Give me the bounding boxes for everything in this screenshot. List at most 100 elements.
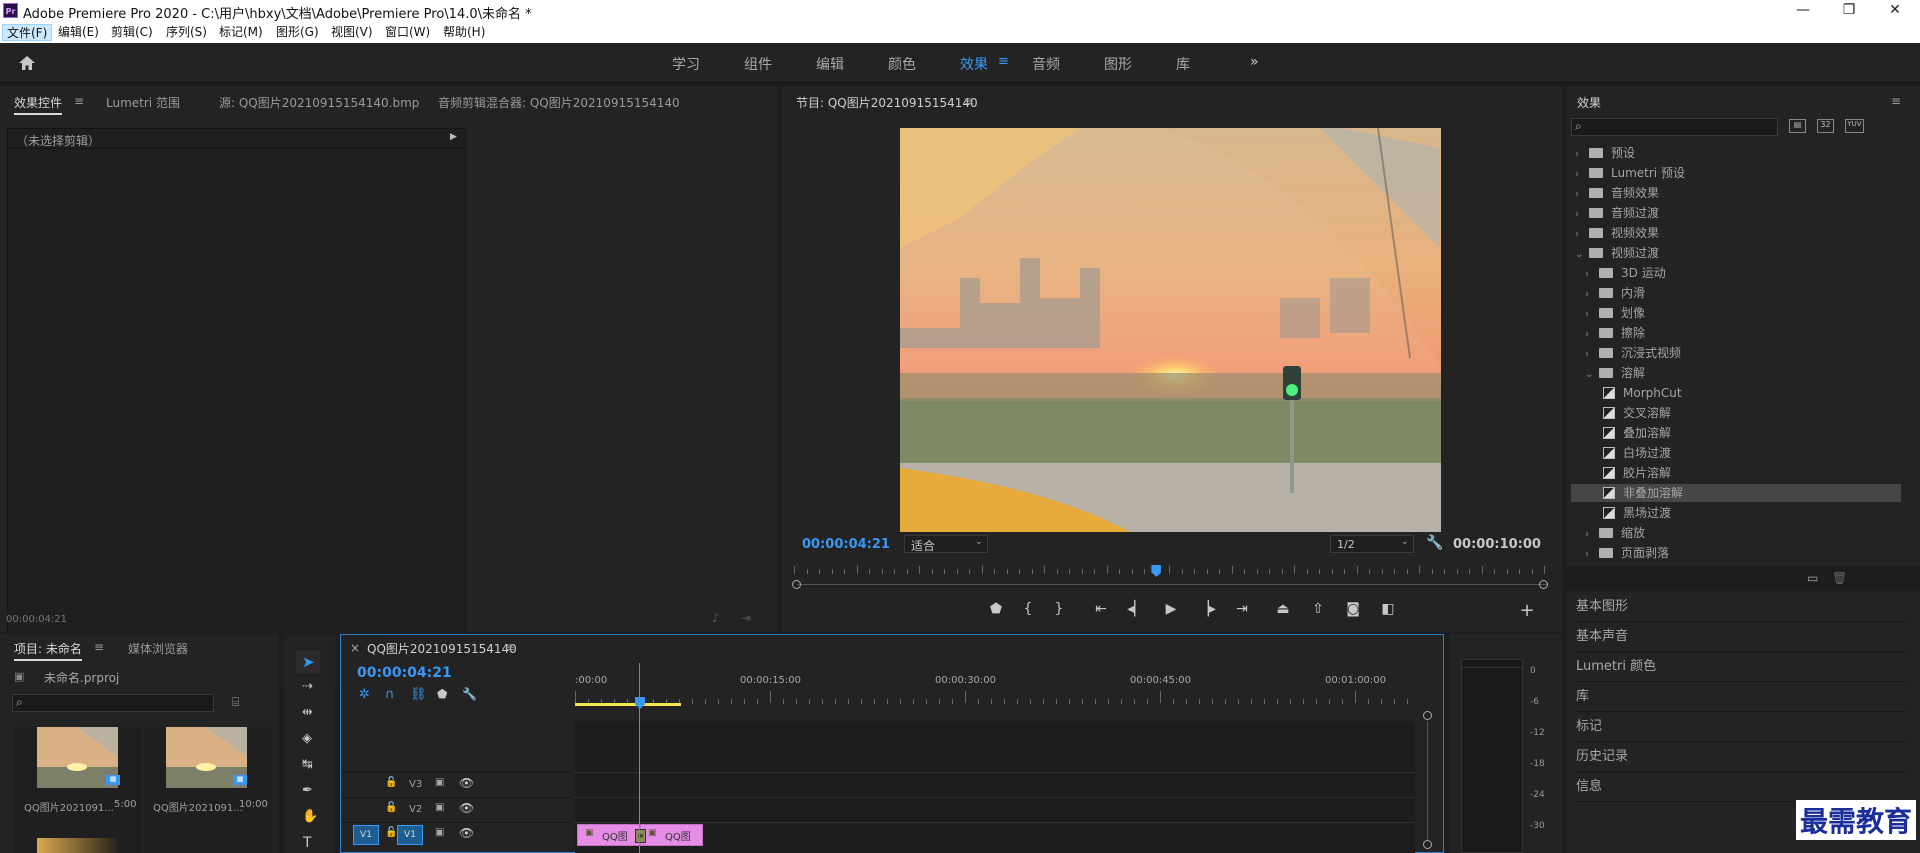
restore-icon[interactable]: ❐ [1826,0,1872,22]
effects-tree-item[interactable]: 叠加溶解 [1571,424,1901,442]
menu-clip[interactable]: 剪辑(C) [107,24,157,41]
effects-tree-item[interactable]: › 音频过渡 [1571,204,1901,222]
selection-tool-icon[interactable]: ➤ [302,653,315,671]
new-bin-icon[interactable]: ▭ [1807,571,1818,585]
vertical-scrollbar[interactable] [1427,721,1428,841]
lift-icon[interactable]: ⏏ [1273,601,1293,617]
eye-icon[interactable]: 👁 [459,776,474,790]
settings-wrench-icon[interactable]: 🔧 [1426,535,1443,551]
effects-tree-item[interactable]: › 音频效果 [1571,184,1901,202]
clip-thumbnail[interactable] [37,838,118,853]
sync-lock-icon[interactable]: ▣ [435,777,444,788]
menu-help[interactable]: 帮助(H) [439,24,489,41]
filter-audio-icon[interactable]: ♪ [712,611,720,625]
workspace-color[interactable]: 颜色 [888,54,916,74]
effects-tree-item[interactable]: ⌄ 视频过渡 [1571,244,1901,262]
menu-sequence[interactable]: 序列(S) [162,24,211,41]
effects-tree-item[interactable]: ⌄ 溶解 [1571,364,1901,382]
chevron-right-icon[interactable]: › [1575,226,1589,244]
find-icon[interactable]: ⌸ [232,695,239,710]
effects-tree-item[interactable]: › 擦除 [1571,324,1901,342]
chevron-right-icon[interactable]: › [1575,146,1589,164]
expand-arrow-icon[interactable]: ▶ [450,132,457,142]
tab-lumetri-scopes[interactable]: Lumetri 范围 [106,94,180,111]
effects-tree-item[interactable]: › 预设 [1571,144,1901,162]
side-section-header[interactable]: 基本图形 [1576,592,1906,622]
razor-tool-icon[interactable]: ◈ [302,731,312,746]
pen-tool-icon[interactable]: ✒ [302,783,313,798]
program-mini-ruler[interactable] [794,566,1549,576]
hand-tool-icon[interactable]: ✋ [302,809,318,824]
effects-tree-item[interactable]: 黑场过渡 [1571,504,1901,522]
chevron-right-icon[interactable]: › [1575,166,1589,184]
menu-view[interactable]: 视图(V) [327,24,377,41]
step-forward-icon[interactable]: ▕▸ [1197,601,1217,617]
timeline-ruler[interactable]: :00:00 00:00:15:00 00:00:30:00 00:00:45:00 0… [575,675,1415,715]
workspace-effects[interactable]: 效果 [960,54,988,74]
home-icon[interactable] [18,54,36,72]
slip-tool-icon[interactable]: ↹ [302,757,313,772]
extract-icon[interactable]: ⇧ [1308,601,1328,617]
project-menu-icon[interactable]: ≡ [94,640,104,654]
panel-menu-icon[interactable]: ≡ [74,94,84,108]
chevron-right-icon[interactable]: › [1585,546,1599,564]
program-scrollbar[interactable] [797,584,1547,585]
tab-effect-controls[interactable]: 效果控件 [14,94,63,115]
play-icon[interactable]: ▶ [1161,601,1181,617]
chevron-right-icon[interactable]: › [1585,526,1599,544]
export-frame-camera-icon[interactable]: ◙ [1343,601,1363,617]
effects-search-input[interactable]: ⌕ [1571,118,1778,136]
button-editor-plus-icon[interactable]: + [1517,600,1537,621]
workspace-assembly[interactable]: 组件 [744,54,772,74]
ripple-edit-tool-icon[interactable]: ⇹ [302,705,313,720]
effects-tree-item[interactable]: 非叠加溶解 [1571,484,1901,502]
chevron-down-icon[interactable]: ⌄ [1575,246,1589,264]
program-current-timecode[interactable]: 00:00:04:21 [802,537,890,552]
lock-icon[interactable]: 🔓 [385,827,397,838]
tab-project[interactable]: 项目: 未命名 [14,640,82,661]
delete-icon[interactable]: 🗑 [1832,571,1847,585]
side-section-header[interactable]: 信息 [1576,772,1906,802]
project-item[interactable]: ▩ QQ图片2021091... 10:00 [145,727,273,853]
effects-tree-item[interactable]: › 沉浸式视频 [1571,344,1901,362]
tab-media-browser[interactable]: 媒体浏览器 [128,640,188,657]
chevron-down-icon[interactable]: ⌄ [1585,366,1599,384]
menu-marker[interactable]: 标记(M) [215,24,267,41]
workspace-audio[interactable]: 音频 [1032,54,1060,74]
eye-icon[interactable]: 👁 [459,826,474,840]
project-item[interactable]: ▦ QQ图片2021091... 5:00 [14,727,142,853]
side-section-header[interactable]: 历史记录 [1576,742,1906,772]
menu-file[interactable]: 文件(F) [2,24,53,41]
workspace-menu-icon[interactable]: ≡ [998,54,1009,69]
effects-tree-item[interactable]: › 3D 运动 [1571,264,1901,282]
workspace-libraries[interactable]: 库 [1176,54,1190,74]
workspace-graphics[interactable]: 图形 [1104,54,1132,74]
menu-edit[interactable]: 编辑(E) [54,24,103,41]
scroll-handle-right[interactable] [1539,580,1548,589]
yuv-effects-icon[interactable]: YUV [1845,119,1864,133]
side-section-header[interactable]: Lumetri 颜色 [1576,652,1906,682]
type-tool-icon[interactable]: T [303,835,312,851]
source-patch-v1[interactable]: V1 [353,825,379,845]
tab-source[interactable]: 源: QQ图片20210915154140.bmp [219,94,419,111]
add-marker-icon[interactable]: ⬟ [986,601,1006,617]
tab-timeline-sequence[interactable]: QQ图片20210915154140 [367,640,517,657]
chevron-right-icon[interactable]: › [1585,266,1599,284]
mark-in-icon[interactable]: { [1018,601,1038,617]
track-select-tool-icon[interactable]: ⇢ [302,679,313,694]
chevron-right-icon[interactable]: › [1585,306,1599,324]
eye-icon[interactable]: 👁 [459,801,474,815]
sync-lock-icon[interactable]: ▣ [435,802,444,813]
effects-tree-item[interactable]: › 内滑 [1571,284,1901,302]
workspace-learn[interactable]: 学习 [672,54,700,74]
comparison-view-icon[interactable]: ◧ [1378,601,1398,617]
snap-magnet-icon[interactable]: ∩ [385,687,395,702]
effects-tree-item[interactable]: › 视频效果 [1571,224,1901,242]
close-tab-icon[interactable]: × [350,641,360,655]
timeline-settings-wrench-icon[interactable]: 🔧 [462,687,477,701]
accelerated-effects-icon[interactable]: ▤ [1789,119,1806,133]
effects-tree-item[interactable]: 交叉溶解 [1571,404,1901,422]
effects-tree-item[interactable]: › 页面剥落 [1571,544,1901,562]
zoom-fit-select[interactable]: 适合 ⌄ [904,535,988,553]
effects-tree-item[interactable]: › Lumetri 预设 [1571,164,1901,182]
